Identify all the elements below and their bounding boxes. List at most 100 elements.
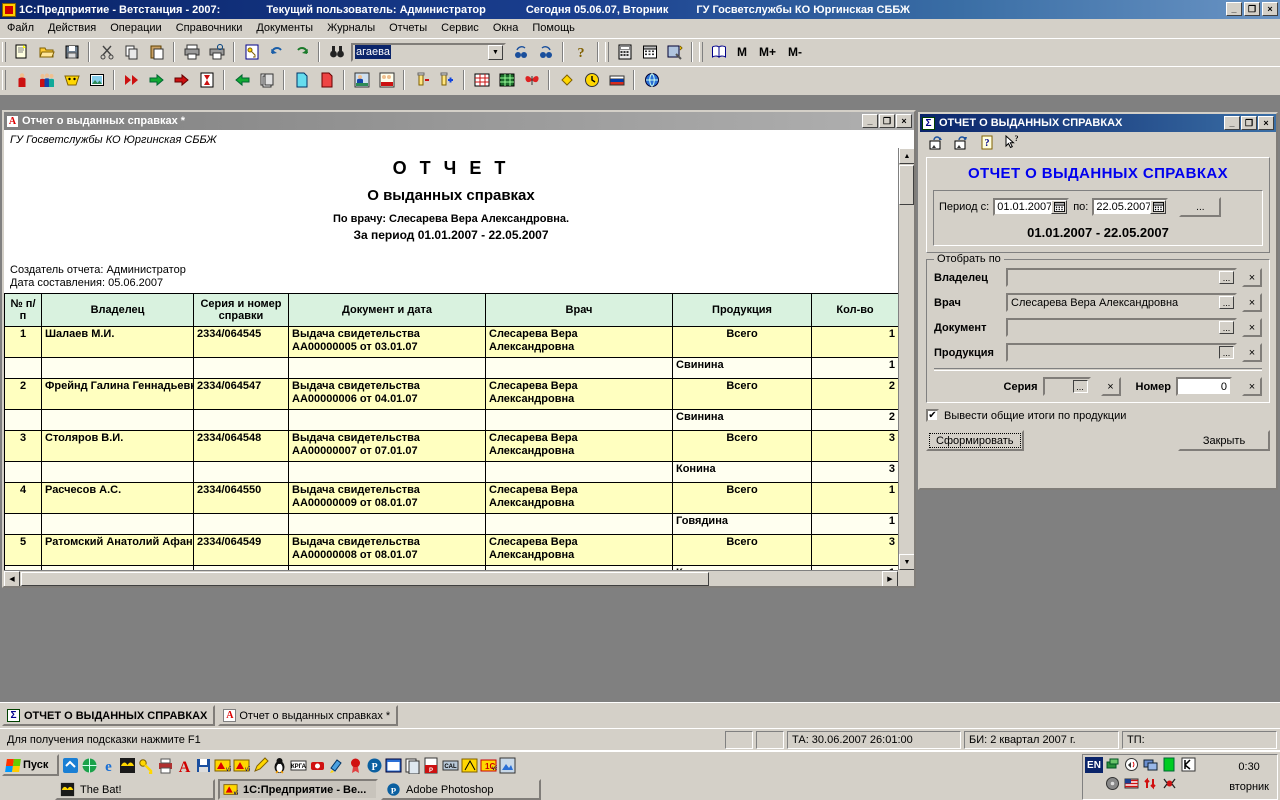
green-box-icon[interactable] bbox=[1162, 757, 1177, 772]
table-row[interactable]: Свинина 1 bbox=[4, 357, 898, 379]
calculator-button[interactable] bbox=[613, 41, 636, 63]
menu-service[interactable]: Сервис bbox=[434, 20, 486, 36]
1c-v7-icon[interactable]: v7 bbox=[214, 757, 233, 774]
print-preview-button[interactable] bbox=[205, 41, 228, 63]
close-button[interactable]: × bbox=[1262, 2, 1278, 16]
restore-button[interactable]: ❐ bbox=[1244, 2, 1260, 16]
save-settings-icon[interactable] bbox=[950, 132, 973, 154]
bat-mail-icon[interactable] bbox=[119, 757, 136, 774]
browser-icon[interactable] bbox=[62, 757, 79, 774]
redo-button[interactable] bbox=[290, 41, 313, 63]
open-settings-icon[interactable] bbox=[925, 132, 948, 154]
whats-this-icon[interactable]: ? bbox=[1000, 132, 1023, 154]
key-yellow-icon[interactable] bbox=[138, 757, 155, 774]
arrow-back-icon[interactable] bbox=[230, 69, 253, 91]
close-dialog-button[interactable]: Закрыть bbox=[1178, 430, 1270, 451]
generate-button[interactable]: Сформировать bbox=[926, 430, 1024, 451]
network-icon[interactable] bbox=[1105, 757, 1120, 772]
table-row[interactable]: 3 Столяров В.И. 2334/064548 Выдача свиде… bbox=[4, 430, 898, 462]
menu-reports[interactable]: Отчеты bbox=[382, 20, 434, 36]
filter-clear-product-button[interactable]: × bbox=[1242, 343, 1262, 362]
cut-button[interactable] bbox=[95, 41, 118, 63]
dialog-title-bar[interactable]: Σ ОТЧЕТ О ВЫДАННЫХ СПРАВКАХ _ ❐ × bbox=[920, 114, 1276, 132]
grid-red-icon[interactable] bbox=[470, 69, 493, 91]
person-red-icon[interactable] bbox=[10, 69, 33, 91]
filter-pick-owner-button[interactable]: ... bbox=[1219, 271, 1234, 284]
find-previous-button[interactable] bbox=[534, 41, 557, 63]
chevron-down-icon[interactable]: ▼ bbox=[488, 44, 503, 60]
krga-icon[interactable]: КРГА bbox=[290, 757, 307, 774]
scroll-thumb-horizontal[interactable] bbox=[21, 572, 709, 586]
toolbar-grip-3[interactable] bbox=[699, 42, 703, 62]
period-to-field[interactable] bbox=[1092, 198, 1169, 216]
table-row[interactable]: 2 Фрейнд Галина Геннадьевна 2334/064547 … bbox=[4, 378, 898, 410]
filter-input-owner[interactable]: ... bbox=[1006, 268, 1237, 287]
people-group-icon[interactable] bbox=[35, 69, 58, 91]
scroll-down-button[interactable]: ▼ bbox=[899, 554, 914, 570]
calendar-icon[interactable] bbox=[1150, 200, 1167, 214]
calendar-button[interactable] bbox=[638, 41, 661, 63]
menu-windows[interactable]: Окна bbox=[486, 20, 526, 36]
find-binoculars-icon[interactable] bbox=[325, 41, 348, 63]
number-clear-button[interactable]: × bbox=[1242, 377, 1262, 396]
scroll-thumb-vertical[interactable] bbox=[899, 165, 914, 205]
menu-help[interactable]: Помощь bbox=[525, 20, 582, 36]
table-row[interactable]: Говядина 1 bbox=[4, 513, 898, 535]
acrobat-a-icon[interactable]: A bbox=[176, 757, 193, 776]
filter-input-document[interactable]: ... bbox=[1006, 318, 1237, 337]
docs-icon[interactable] bbox=[404, 757, 421, 774]
filter-pick-doctor-button[interactable]: ... bbox=[1219, 296, 1234, 309]
menu-journals[interactable]: Журналы bbox=[320, 20, 382, 36]
picture-icon[interactable] bbox=[85, 69, 108, 91]
table-row[interactable]: Свинина 2 bbox=[4, 409, 898, 431]
globe-icon[interactable] bbox=[640, 69, 663, 91]
tray-app-icon[interactable] bbox=[499, 757, 516, 774]
memory-recall-label[interactable]: M bbox=[737, 45, 747, 59]
arrow-green-icon[interactable] bbox=[145, 69, 168, 91]
menu-file[interactable]: Файл bbox=[0, 20, 41, 36]
pencil-icon[interactable] bbox=[252, 756, 269, 774]
globe-green-icon[interactable] bbox=[81, 757, 98, 774]
filter-input-doctor[interactable]: Слесарева Вера Александровна ... bbox=[1006, 293, 1237, 312]
start-button[interactable]: Пуск bbox=[2, 754, 59, 776]
desk-person-icon[interactable] bbox=[350, 69, 373, 91]
totals-checkbox[interactable]: ✔ bbox=[926, 409, 939, 422]
calendar-icon[interactable] bbox=[1051, 200, 1068, 214]
menu-actions[interactable]: Действия bbox=[41, 20, 103, 36]
report-minimize-button[interactable]: _ bbox=[862, 114, 878, 128]
totals-checkbox-row[interactable]: ✔ Вывести общие итоги по продукции bbox=[926, 409, 1270, 422]
filter-pick-product-button[interactable]: ... bbox=[1219, 346, 1234, 359]
report-close-button[interactable]: × bbox=[896, 114, 912, 128]
printer-icon[interactable] bbox=[157, 757, 174, 774]
1c-v8-icon[interactable]: 1C v8 bbox=[480, 757, 499, 774]
taskbar-task-photoshop[interactable]: P Adobe Photoshop bbox=[381, 779, 541, 800]
menu-references[interactable]: Справочники bbox=[169, 20, 250, 36]
phone-red-icon[interactable] bbox=[309, 757, 326, 774]
disc-icon[interactable] bbox=[1105, 776, 1120, 791]
undo-button[interactable] bbox=[265, 41, 288, 63]
copy-button[interactable] bbox=[120, 41, 143, 63]
scroll-left-button[interactable]: ◀ bbox=[4, 571, 20, 586]
open-folder-button[interactable] bbox=[35, 41, 58, 63]
memory-minus-label[interactable]: M- bbox=[788, 45, 802, 59]
copy-pages-icon[interactable] bbox=[255, 69, 278, 91]
table-people-icon[interactable] bbox=[375, 69, 398, 91]
filter-pick-document-button[interactable]: ... bbox=[1219, 321, 1234, 334]
filter-input-product[interactable]: ... bbox=[1006, 343, 1237, 362]
paint-icon[interactable] bbox=[328, 757, 345, 774]
menu-documents[interactable]: Документы bbox=[249, 20, 320, 36]
number-input[interactable]: 0 bbox=[1176, 377, 1232, 396]
hourglass-icon[interactable] bbox=[195, 69, 218, 91]
menu-operations[interactable]: Операции bbox=[103, 20, 168, 36]
volume-icon[interactable] bbox=[1124, 757, 1139, 772]
window-tab-report-document[interactable]: A Отчет о выданных справках * bbox=[218, 705, 399, 726]
tray-clock[interactable]: 0:30 вторник bbox=[1229, 757, 1275, 797]
spider-icon[interactable] bbox=[1162, 776, 1177, 791]
save-disk-icon[interactable] bbox=[195, 757, 212, 774]
window-tab-report-settings[interactable]: Σ ОТЧЕТ О ВЫДАННЫХ СПРАВКАХ bbox=[2, 705, 216, 726]
report-horizontal-scrollbar[interactable]: ◀ ▶ bbox=[4, 570, 898, 586]
table-row[interactable]: Конина 3 bbox=[4, 461, 898, 483]
window-blue-icon[interactable] bbox=[385, 757, 402, 774]
book-button[interactable] bbox=[707, 41, 730, 63]
table-row[interactable]: 4 Расчесов А.С. 2334/064550 Выдача свиде… bbox=[4, 482, 898, 514]
